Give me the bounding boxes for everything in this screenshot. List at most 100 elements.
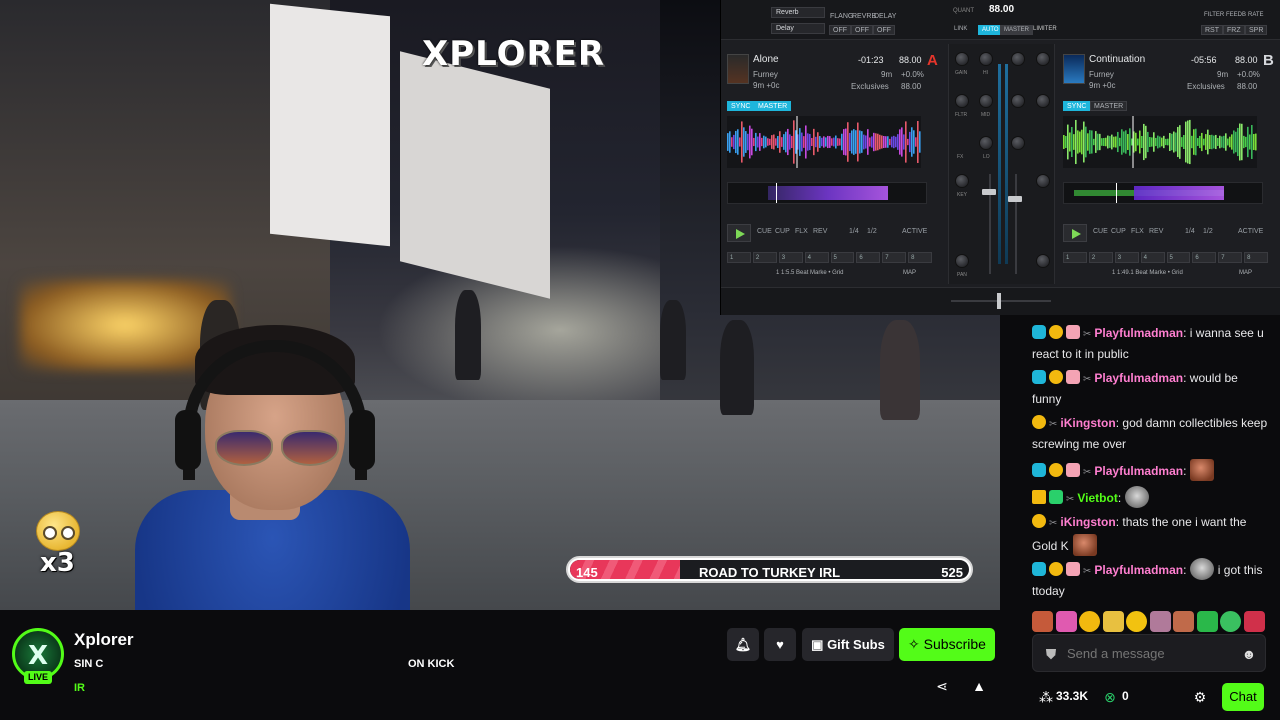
pink-badge-icon[interactable] bbox=[1066, 325, 1080, 339]
chat-input-box[interactable]: ⛊ ☻ bbox=[1032, 634, 1266, 672]
chat-username[interactable]: Playfulmadman bbox=[1094, 563, 1183, 577]
gear-icon[interactable]: ⚙ bbox=[1192, 689, 1208, 705]
fx-off-3[interactable]: OFF bbox=[873, 25, 895, 35]
deck-a-pad[interactable]: 7 bbox=[882, 252, 907, 263]
deck-b-cue[interactable]: CUE bbox=[1093, 228, 1108, 235]
rst-button[interactable]: RST bbox=[1201, 25, 1223, 35]
fltr-knob-a[interactable] bbox=[955, 94, 969, 108]
deck-b-loop-half[interactable]: 1/2 bbox=[1203, 228, 1213, 235]
deck-b-pad[interactable]: 8 bbox=[1244, 252, 1268, 263]
deck-a-pad[interactable]: 5 bbox=[830, 252, 855, 263]
auto-button[interactable]: AUTO bbox=[978, 25, 1003, 35]
deck-b-waveform[interactable] bbox=[1063, 116, 1257, 168]
sub-badge-icon[interactable] bbox=[1032, 562, 1046, 576]
follow-heart-icon[interactable]: ♥ bbox=[764, 628, 796, 661]
chat-username[interactable]: iKingston bbox=[1060, 416, 1115, 430]
deck-b-master-button[interactable]: MASTER bbox=[1090, 101, 1128, 111]
deck-a-sync-button[interactable]: SYNC bbox=[727, 101, 755, 111]
deck-a-rev[interactable]: REV bbox=[813, 228, 827, 235]
mid-knob-b[interactable] bbox=[1011, 94, 1025, 108]
fx-off-1[interactable]: OFF bbox=[829, 25, 851, 35]
crossfader-handle[interactable] bbox=[997, 293, 1001, 309]
fx-delay[interactable]: DELAY bbox=[871, 12, 899, 22]
stream-category[interactable]: IR bbox=[74, 682, 85, 694]
deck-b[interactable]: Continuation Furney 9m +0c -05:56 88.00 … bbox=[1057, 44, 1280, 284]
gift-subs-button[interactable]: ▣ Gift Subs bbox=[802, 628, 894, 661]
deck-b-pad[interactable]: 4 bbox=[1140, 252, 1165, 263]
pink-badge-icon[interactable] bbox=[1066, 463, 1080, 477]
pink-badge-icon[interactable] bbox=[1066, 370, 1080, 384]
gold-badge-icon[interactable] bbox=[1049, 562, 1063, 576]
dj-software-window[interactable]: Reverb Delay FLANG REVRB DELAY OFF OFF O… bbox=[720, 0, 1280, 315]
sub-badge-icon[interactable] bbox=[1032, 325, 1046, 339]
deck-a-pad[interactable]: 6 bbox=[856, 252, 881, 263]
pan-knob-b[interactable] bbox=[1036, 254, 1050, 268]
deck-b-overview[interactable] bbox=[1063, 182, 1263, 204]
deck-a[interactable]: Alone Furney 9m +0c -01:23 88.00 9m +0.0… bbox=[721, 44, 946, 284]
deck-a-map[interactable]: MAP bbox=[903, 270, 916, 276]
deck-b-rev[interactable]: REV bbox=[1149, 228, 1163, 235]
gain-knob-b[interactable] bbox=[1036, 52, 1050, 66]
deck-b-pad[interactable]: 2 bbox=[1088, 252, 1113, 263]
deck-b-map[interactable]: MAP bbox=[1239, 270, 1252, 276]
deck-a-pad[interactable]: 4 bbox=[804, 252, 829, 263]
spr-button[interactable]: SPR bbox=[1245, 25, 1268, 35]
pink-badge-icon[interactable] bbox=[1066, 562, 1080, 576]
deck-a-loop-quarter[interactable]: 1/4 bbox=[849, 228, 859, 235]
lo-knob-b[interactable] bbox=[1011, 136, 1025, 150]
deck-a-cup[interactable]: CUP bbox=[775, 228, 790, 235]
deck-a-cue[interactable]: CUE bbox=[757, 228, 772, 235]
gold-badge-icon[interactable] bbox=[1032, 514, 1046, 528]
sub-badge-icon[interactable] bbox=[1032, 370, 1046, 384]
deck-a-active[interactable]: ACTIVE bbox=[902, 228, 927, 235]
key-knob-b[interactable] bbox=[1036, 174, 1050, 188]
emote-icon[interactable] bbox=[1102, 611, 1124, 632]
shield-icon[interactable]: ⛊ bbox=[1043, 646, 1059, 662]
crown-badge-icon[interactable] bbox=[1032, 490, 1046, 504]
emote-icon[interactable] bbox=[1126, 611, 1147, 632]
deck-b-cup[interactable]: CUP bbox=[1111, 228, 1126, 235]
chat-username[interactable]: Vietbot bbox=[1077, 491, 1117, 505]
sub-badge-icon[interactable] bbox=[1032, 463, 1046, 477]
frz-button[interactable]: FRZ bbox=[1223, 25, 1245, 35]
channel-name[interactable]: Xplorer bbox=[74, 630, 134, 650]
deck-a-waveform[interactable] bbox=[727, 116, 921, 168]
deck-b-flx[interactable]: FLX bbox=[1131, 228, 1144, 235]
gold-badge-icon[interactable] bbox=[1032, 415, 1046, 429]
emote-icon[interactable] bbox=[1173, 611, 1194, 632]
emote-icon[interactable] bbox=[1032, 611, 1053, 632]
gold-badge-icon[interactable] bbox=[1049, 370, 1063, 384]
emote-icon[interactable] bbox=[1243, 611, 1265, 632]
emoji-picker-icon[interactable]: ☻ bbox=[1241, 646, 1257, 662]
fx2-select[interactable]: Delay bbox=[771, 23, 825, 34]
deck-b-pad[interactable]: 3 bbox=[1114, 252, 1139, 263]
chat-username[interactable]: Playfulmadman bbox=[1094, 371, 1183, 385]
deck-b-pad[interactable]: 6 bbox=[1192, 252, 1217, 263]
volume-fader-a[interactable] bbox=[982, 189, 996, 195]
emote-icon[interactable] bbox=[1196, 611, 1218, 632]
emote-icon[interactable] bbox=[1055, 611, 1077, 632]
limiter-button[interactable]: LIMITER bbox=[1030, 25, 1060, 35]
lo-knob-a[interactable] bbox=[979, 136, 993, 150]
deck-a-master-button[interactable]: MASTER bbox=[754, 101, 792, 111]
deck-b-pad[interactable]: 7 bbox=[1218, 252, 1243, 263]
mid-knob-a[interactable] bbox=[979, 94, 993, 108]
deck-a-pad[interactable]: 2 bbox=[752, 252, 777, 263]
gold-badge-icon[interactable] bbox=[1049, 463, 1063, 477]
deck-a-flx[interactable]: FLX bbox=[795, 228, 808, 235]
fx1-select[interactable]: Reverb bbox=[771, 7, 825, 18]
report-warning-icon[interactable]: ▲ bbox=[971, 678, 987, 694]
fx-off-2[interactable]: OFF bbox=[851, 25, 873, 35]
deck-a-loop-half[interactable]: 1/2 bbox=[867, 228, 877, 235]
mixer[interactable]: GAIN HI MID LO FLTR FX KEY PAN bbox=[948, 44, 1055, 284]
volume-fader-b[interactable] bbox=[1008, 196, 1022, 202]
master-button[interactable]: MASTER bbox=[1000, 25, 1034, 35]
deck-b-pad[interactable]: 1 bbox=[1063, 252, 1087, 263]
chat-send-button[interactable]: Chat bbox=[1222, 683, 1264, 711]
hi-knob-a[interactable] bbox=[979, 52, 993, 66]
notifications-bell-icon[interactable]: 🔔︎ bbox=[727, 628, 759, 661]
deck-b-active[interactable]: ACTIVE bbox=[1238, 228, 1263, 235]
deck-a-pad[interactable]: 1 bbox=[727, 252, 751, 263]
chat-username[interactable]: Playfulmadman bbox=[1094, 464, 1183, 478]
deck-b-sync-button[interactable]: SYNC bbox=[1063, 101, 1091, 111]
